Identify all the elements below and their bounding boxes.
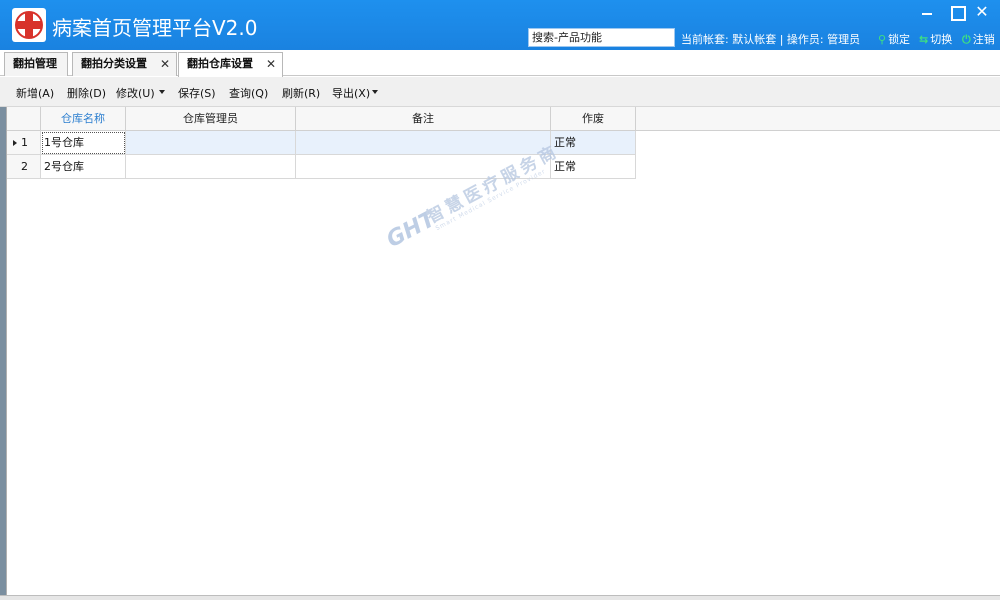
power-icon: ⏻ [962, 33, 971, 46]
close-icon[interactable]: ✕ [160, 53, 170, 75]
red-cross-logo [12, 8, 46, 42]
maximize-icon[interactable] [948, 4, 966, 21]
tab-photo-category-settings[interactable]: 翻拍分类设置 ✕ [72, 52, 177, 76]
new-button[interactable]: 新增(A) [16, 85, 54, 101]
column-header-warehouse-manager[interactable]: 仓库管理员 [126, 107, 296, 131]
refresh-button[interactable]: 刷新(R) [282, 85, 320, 101]
window-close-icon[interactable]: ✕ [973, 4, 991, 20]
lock-icon: ⚲ [878, 33, 887, 46]
column-header-remark[interactable]: 备注 [296, 107, 551, 131]
row-number: 1 [7, 131, 41, 155]
current-row-indicator-icon [13, 140, 17, 146]
column-header-warehouse-name[interactable]: 仓库名称 [41, 107, 126, 131]
status-bar [0, 595, 1000, 600]
grid-header: 仓库名称 仓库管理员 备注 作废 [7, 107, 1000, 131]
tab-strip: 翻拍管理 翻拍分类设置 ✕ 翻拍仓库设置 ✕ [0, 50, 1000, 77]
row-number-header [7, 107, 41, 131]
title-bar: 病案首页管理平台V2.0 搜索-产品功能 当前帐套: 默认帐套 | 操作员: 管… [0, 0, 1000, 50]
toolbar: 新增(A) 删除(D) 修改(U) 保存(S) 查询(Q) 刷新(R) 导出(X… [0, 77, 1000, 107]
switch-button[interactable]: ⇆ 切换 [919, 31, 952, 47]
export-dropdown-icon[interactable] [372, 90, 378, 94]
row-number: 2 [7, 155, 41, 179]
app-title: 病案首页管理平台V2.0 [52, 16, 258, 40]
tab-photo-warehouse-settings[interactable]: 翻拍仓库设置 ✕ [178, 52, 283, 77]
tab-photo-management[interactable]: 翻拍管理 [4, 52, 68, 76]
export-button[interactable]: 导出(X) [332, 85, 370, 101]
query-button[interactable]: 查询(Q) [229, 85, 268, 101]
switch-icon: ⇆ [919, 33, 929, 46]
close-icon[interactable]: ✕ [266, 53, 276, 75]
modify-dropdown-icon[interactable] [159, 90, 165, 94]
cell-warehouse-manager[interactable] [126, 155, 296, 179]
cell-warehouse-manager[interactable] [126, 131, 296, 155]
modify-button[interactable]: 修改(U) [116, 85, 155, 101]
account-info: 当前帐套: 默认帐套 | 操作员: 管理员 [681, 33, 861, 46]
search-input[interactable]: 搜索-产品功能 [528, 28, 675, 47]
cell-warehouse-name[interactable]: 1号仓库 [41, 131, 126, 155]
column-header-void[interactable]: 作废 [551, 107, 636, 131]
cell-void[interactable]: 正常 [551, 131, 636, 155]
cell-warehouse-name[interactable]: 2号仓库 [41, 155, 126, 179]
minimize-icon[interactable] [918, 4, 936, 20]
delete-button[interactable]: 删除(D) [67, 85, 106, 101]
save-button[interactable]: 保存(S) [178, 85, 216, 101]
lock-button[interactable]: ⚲ 锁定 [878, 31, 910, 47]
logout-button[interactable]: ⏻ 注销 [962, 31, 995, 47]
